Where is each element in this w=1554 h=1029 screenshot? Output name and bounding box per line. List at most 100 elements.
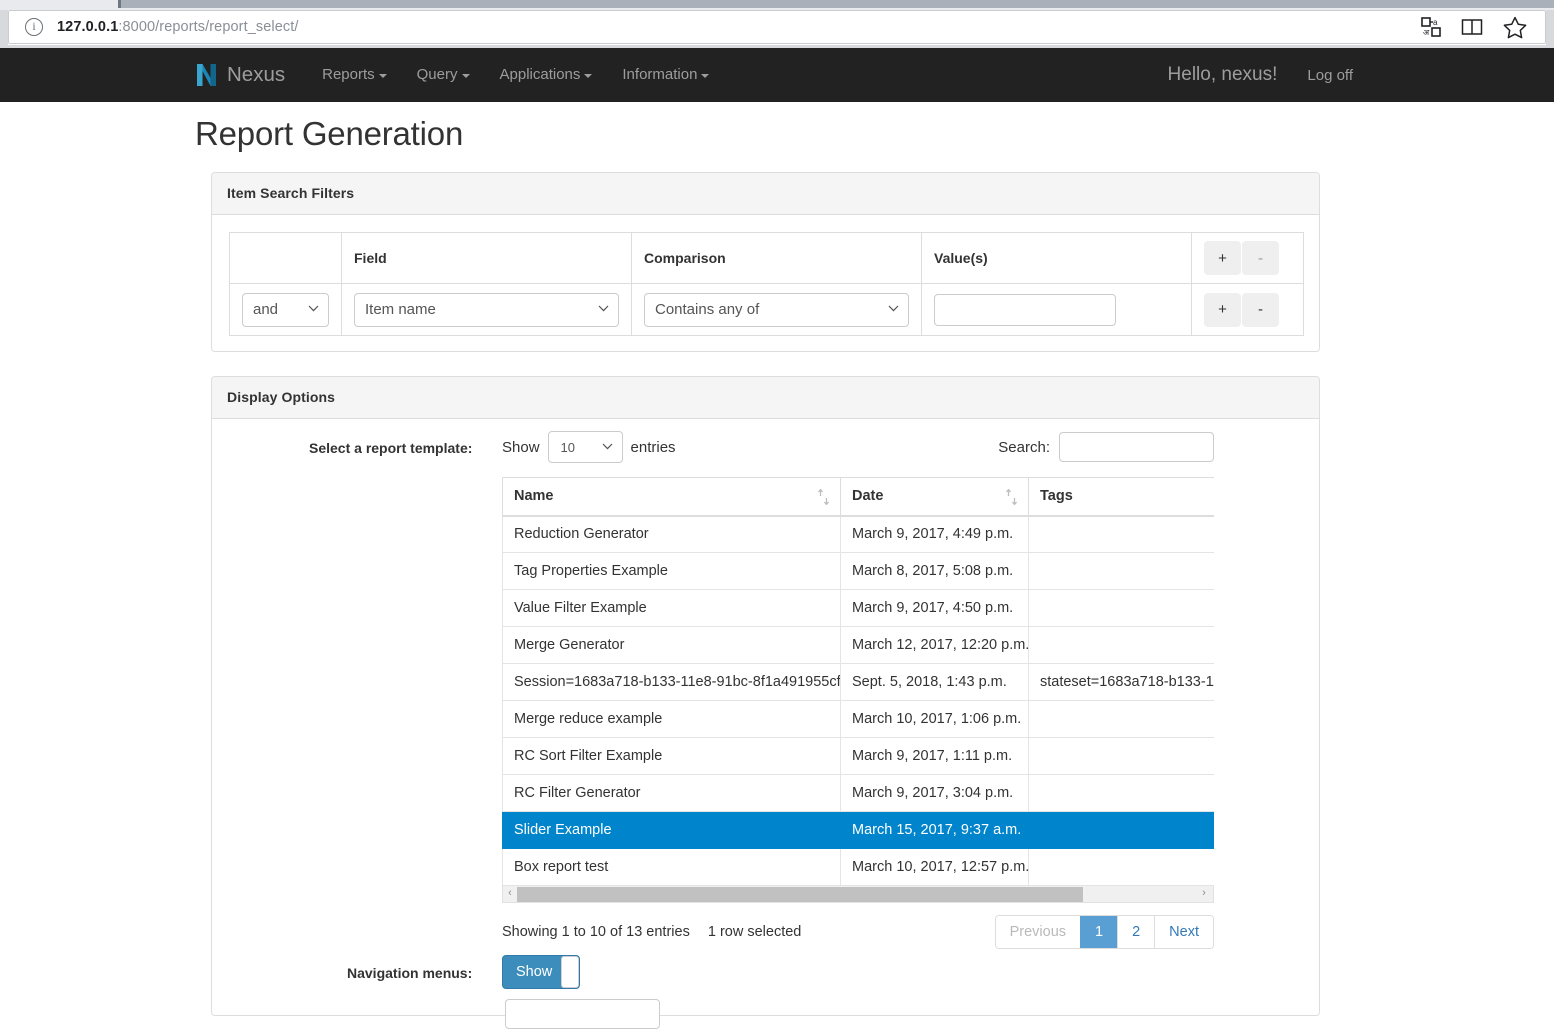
report-templates-thead: Name Date Tags — [502, 477, 1214, 517]
scrollbar-thumb[interactable] — [517, 887, 1083, 902]
filter-field-wrap: Item name — [354, 292, 619, 327]
table-row[interactable]: RC Sort Filter Example March 9, 2017, 1:1… — [502, 737, 1214, 775]
cell-tags — [1028, 552, 1214, 590]
page-length-wrap: 10 — [547, 431, 623, 463]
horizontal-scrollbar[interactable]: ‹ › — [502, 886, 1214, 903]
filters-col-field: Field — [341, 232, 632, 284]
table-row[interactable]: Reduction Generator March 9, 2017, 4:49 p… — [502, 515, 1214, 553]
filter-comparison-cell: Contains any of — [631, 283, 922, 336]
nexus-logo-icon — [195, 62, 218, 88]
select-report-template-label: Select a report template: — [309, 440, 473, 456]
table-row[interactable]: Session=1683a718-b133-11e8-91bc-8f1a4919… — [502, 663, 1214, 701]
cell-date: March 9, 2017, 4:49 p.m. — [840, 515, 1029, 553]
table-row[interactable]: Slider Example March 15, 2017, 9:37 a.m. — [502, 811, 1214, 849]
filters-header-row: Field Comparison Value(s) + - — [229, 232, 1304, 284]
filter-value-cell — [921, 283, 1192, 336]
remove-filter-row-button[interactable]: - — [1242, 292, 1279, 327]
cell-tags — [1028, 589, 1214, 627]
filter-row-button-group: + - — [1204, 292, 1279, 327]
filter-comparison-select[interactable]: Contains any of — [644, 292, 909, 327]
info-icon[interactable]: i — [25, 18, 43, 36]
table-row[interactable]: Tag Properties Example March 8, 2017, 5:0… — [502, 552, 1214, 590]
cell-date: Sept. 5, 2018, 1:43 p.m. — [840, 663, 1029, 701]
chevron-down-icon — [378, 74, 387, 78]
report-template-datatable: Show 10 entries Search: Name Date Tags R… — [502, 430, 1214, 950]
datatable-scroll-container: Name Date Tags Reduction Generator March… — [502, 477, 1214, 886]
cell-name: Slider Example — [502, 811, 841, 849]
cell-name: Merge reduce example — [502, 700, 841, 738]
table-row[interactable]: Merge reduce example March 10, 2017, 1:06… — [502, 700, 1214, 738]
filter-value-input[interactable] — [934, 293, 1116, 326]
translate-icon[interactable]: a अ — [1421, 17, 1441, 37]
nav-item-query[interactable]: Query — [402, 48, 485, 102]
table-row[interactable]: Box report test March 10, 2017, 12:57 p.m… — [502, 848, 1214, 886]
sort-icon — [817, 489, 830, 505]
filters-table-body: and Item name Contains any of + - — [229, 283, 1304, 336]
datatable-length-control: Show 10 entries — [502, 431, 676, 463]
add-filter-row-button[interactable]: + — [1204, 292, 1241, 327]
column-header-tags[interactable]: Tags — [1028, 477, 1214, 517]
item-search-filters-panel: Item Search Filters Field Comparison Val… — [211, 172, 1320, 352]
pagination: Previous 1 2 Next — [994, 915, 1214, 949]
navbar-right: Hello, nexus! Log off — [1154, 64, 1369, 86]
address-bar[interactable]: i 127.0.0.1:8000/reports/report_select/ … — [8, 10, 1546, 44]
favorite-star-icon[interactable] — [1503, 16, 1527, 39]
filters-col-values: Value(s) — [921, 232, 1192, 284]
cell-tags — [1028, 774, 1214, 812]
nav-item-reports[interactable]: Reports — [307, 48, 402, 102]
scroll-left-arrow-icon[interactable]: ‹ — [503, 886, 517, 901]
partially-visible-control[interactable] — [505, 999, 660, 1029]
reading-view-icon[interactable] — [1461, 17, 1483, 37]
filter-operator-select[interactable]: and — [242, 292, 329, 327]
cell-name: Session=1683a718-b133-11e8-91bc-8f1a4919… — [502, 663, 841, 701]
table-row[interactable]: Value Filter Example March 9, 2017, 4:50 … — [502, 589, 1214, 627]
scroll-right-arrow-icon[interactable]: › — [1197, 886, 1211, 901]
cell-date: March 9, 2017, 3:04 p.m. — [840, 774, 1029, 812]
url-text: 127.0.0.1:8000/reports/report_select/ — [57, 19, 299, 35]
toggle-knob — [561, 956, 579, 988]
filters-col-operator — [229, 232, 342, 284]
pagination-next[interactable]: Next — [1154, 916, 1213, 948]
pagination-page-2[interactable]: 2 — [1117, 916, 1155, 948]
column-header-tags-label: Tags — [1040, 488, 1073, 505]
show-label: Show — [502, 438, 540, 456]
cell-name: Tag Properties Example — [502, 552, 841, 590]
column-header-date-label: Date — [852, 488, 884, 505]
brand-label: Nexus — [227, 63, 286, 86]
browser-tab-edge — [118, 0, 121, 8]
browser-tab[interactable] — [118, 0, 1554, 8]
cell-date: March 9, 2017, 4:50 p.m. — [840, 589, 1029, 627]
pagination-previous[interactable]: Previous — [995, 916, 1081, 948]
cell-name: RC Filter Generator — [502, 774, 841, 812]
filter-field-select[interactable]: Item name — [354, 292, 619, 327]
search-label: Search: — [998, 438, 1050, 456]
filters-header-button-group: + - — [1204, 241, 1279, 275]
table-row[interactable]: Merge Generator March 12, 2017, 12:20 p.m… — [502, 626, 1214, 664]
logoff-link[interactable]: Log off — [1291, 67, 1369, 84]
column-header-date[interactable]: Date — [840, 477, 1029, 517]
pagination-page-1[interactable]: 1 — [1080, 916, 1118, 948]
nav-item-applications[interactable]: Applications — [485, 48, 608, 102]
filters-table: Field Comparison Value(s) + - and Item n… — [229, 232, 1304, 336]
search-input[interactable] — [1059, 432, 1214, 462]
cell-date: March 10, 2017, 12:57 p.m. — [840, 848, 1029, 886]
datatable-controls: Show 10 entries Search: — [502, 430, 1214, 464]
add-filter-row-button-header[interactable]: + — [1204, 241, 1241, 275]
url-host: 127.0.0.1 — [57, 19, 119, 35]
filters-col-comparison: Comparison — [631, 232, 922, 284]
nav-item-information[interactable]: Information — [607, 48, 724, 102]
navigation-menus-toggle-label: Show — [516, 964, 553, 980]
page-length-select[interactable]: 10 — [547, 431, 623, 463]
table-row[interactable]: RC Filter Generator March 9, 2017, 3:04 p… — [502, 774, 1214, 812]
brand-nexus[interactable]: Nexus — [195, 62, 285, 88]
column-header-name[interactable]: Name — [502, 477, 841, 517]
cell-tags — [1028, 700, 1214, 738]
cell-name: Merge Generator — [502, 626, 841, 664]
nav-item-reports-label: Reports — [322, 66, 375, 83]
navigation-menus-toggle[interactable]: Show — [502, 955, 580, 989]
remove-filter-row-button-header[interactable]: - — [1242, 241, 1279, 275]
filter-comparison-wrap: Contains any of — [644, 292, 909, 327]
rows-selected-text: 1 row selected — [707, 924, 802, 940]
report-templates-header-row: Name Date Tags — [502, 477, 1214, 517]
cell-date: March 10, 2017, 1:06 p.m. — [840, 700, 1029, 738]
